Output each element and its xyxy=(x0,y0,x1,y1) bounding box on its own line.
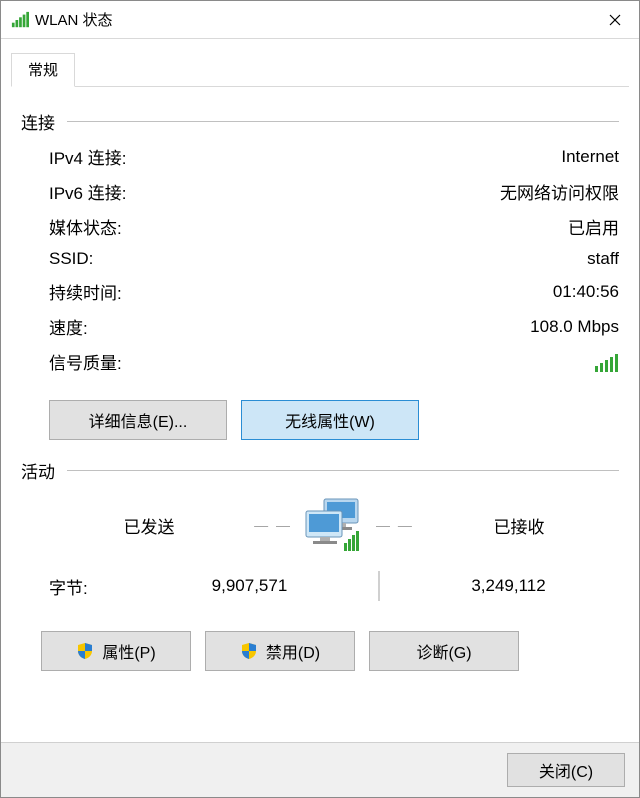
action-buttons: 属性(P) 禁用(D) 诊断(G) xyxy=(21,631,619,671)
ssid-value: staff xyxy=(249,249,619,269)
title-bar: WLAN 状态 xyxy=(1,1,639,39)
activity-sent-label: 已发送 xyxy=(49,513,249,538)
activity-recv-label: 已接收 xyxy=(419,513,619,538)
section-connection-label: 连接 xyxy=(21,109,55,134)
signal-label: 信号质量: xyxy=(49,349,249,374)
bytes-divider xyxy=(378,571,380,601)
bytes-row: 字节: 9,907,571 3,249,112 xyxy=(21,571,619,601)
row-ipv4: IPv4 连接: Internet xyxy=(49,144,619,169)
close-button[interactable] xyxy=(591,1,639,39)
close-dialog-button[interactable]: 关闭(C) xyxy=(507,753,625,787)
ipv6-value: 无网络访问权限 xyxy=(249,179,619,204)
diagnose-button[interactable]: 诊断(G) xyxy=(369,631,519,671)
disable-button[interactable]: 禁用(D) xyxy=(205,631,355,671)
tab-strip: 常规 xyxy=(1,39,639,87)
properties-button-label: 属性(P) xyxy=(102,639,155,663)
media-value: 已启用 xyxy=(249,214,619,239)
diagnose-button-label: 诊断(G) xyxy=(416,639,471,663)
row-signal: 信号质量: xyxy=(49,349,619,374)
window-title: WLAN 状态 xyxy=(35,9,113,30)
speed-label: 速度: xyxy=(49,314,249,339)
properties-button[interactable]: 属性(P) xyxy=(41,631,191,671)
details-button[interactable]: 详细信息(E)... xyxy=(49,400,227,440)
uac-shield-icon xyxy=(240,642,258,660)
connection-details: IPv4 连接: Internet IPv6 连接: 无网络访问权限 媒体状态:… xyxy=(21,144,619,374)
disable-button-label: 禁用(D) xyxy=(266,639,320,663)
ssid-label: SSID: xyxy=(49,249,249,269)
network-computers-icon xyxy=(298,497,370,553)
media-label: 媒体状态: xyxy=(49,214,249,239)
duration-label: 持续时间: xyxy=(49,279,249,304)
section-connection: 连接 xyxy=(21,109,619,134)
ipv4-value: Internet xyxy=(249,147,619,167)
section-activity: 活动 xyxy=(21,458,619,483)
activity-header-row: 已发送 — — xyxy=(21,497,619,553)
row-ssid: SSID: staff xyxy=(49,249,619,269)
bytes-recv-value: 3,249,112 xyxy=(398,576,619,596)
bytes-sent-value: 9,907,571 xyxy=(139,576,360,596)
bytes-label: 字节: xyxy=(49,574,139,599)
activity-dash-right: — — xyxy=(376,517,414,533)
uac-shield-icon xyxy=(76,642,94,660)
wireless-properties-button[interactable]: 无线属性(W) xyxy=(241,400,419,440)
section-activity-label: 活动 xyxy=(21,458,55,483)
tab-general[interactable]: 常规 xyxy=(11,53,75,87)
wlan-status-window: WLAN 状态 常规 连接 IPv4 连接: Internet IPv6 连接: xyxy=(0,0,640,798)
signal-bars-icon xyxy=(595,352,619,372)
row-duration: 持续时间: 01:40:56 xyxy=(49,279,619,304)
connection-buttons: 详细信息(E)... 无线属性(W) xyxy=(21,400,619,440)
row-ipv6: IPv6 连接: 无网络访问权限 xyxy=(49,179,619,204)
speed-value: 108.0 Mbps xyxy=(249,317,619,337)
wifi-signal-icon xyxy=(11,11,29,29)
close-icon xyxy=(609,14,621,26)
ipv6-label: IPv6 连接: xyxy=(49,179,249,204)
tab-content: 连接 IPv4 连接: Internet IPv6 连接: 无网络访问权限 媒体… xyxy=(1,87,639,742)
dialog-footer: 关闭(C) xyxy=(1,742,639,797)
row-speed: 速度: 108.0 Mbps xyxy=(49,314,619,339)
activity-dash-left: — — xyxy=(254,517,292,533)
row-media: 媒体状态: 已启用 xyxy=(49,214,619,239)
duration-value: 01:40:56 xyxy=(249,282,619,302)
ipv4-label: IPv4 连接: xyxy=(49,144,249,169)
